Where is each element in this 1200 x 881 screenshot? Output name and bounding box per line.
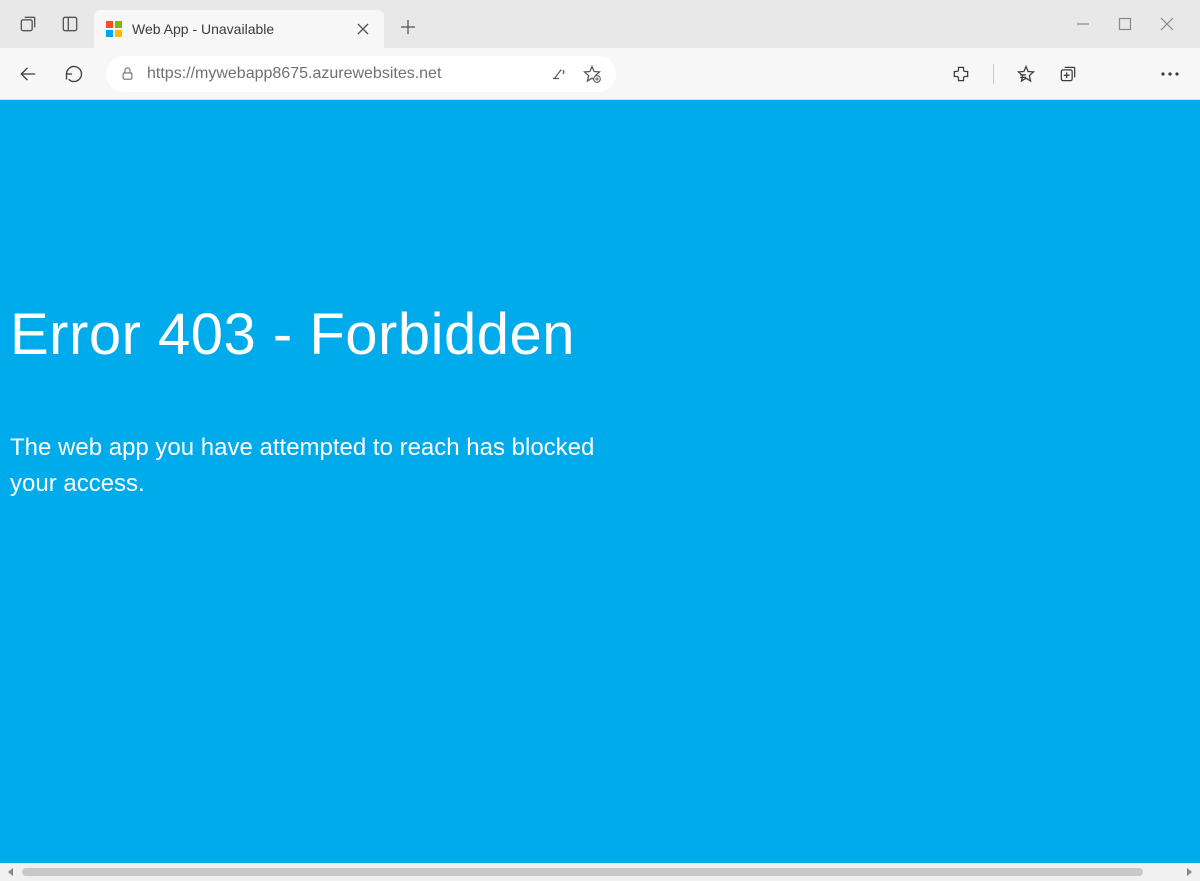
error-message: The web app you have attempted to reach … [10, 430, 630, 502]
tab-actions-icon[interactable] [18, 14, 38, 34]
favicon-windows-icon [106, 21, 122, 37]
favorites-icon[interactable] [1016, 64, 1036, 84]
close-window-icon[interactable] [1160, 17, 1174, 31]
vertical-tabs-icon[interactable] [60, 14, 80, 34]
browser-tab[interactable]: Web App - Unavailable [94, 10, 384, 48]
url-text[interactable]: https://mywebapp8675.azurewebsites.net [147, 65, 538, 83]
scroll-track[interactable] [22, 868, 1178, 876]
extensions-icon[interactable] [951, 64, 971, 84]
url-box[interactable]: https://mywebapp8675.azurewebsites.net [106, 56, 616, 92]
tab-title: Web App - Unavailable [132, 21, 344, 37]
address-bar: https://mywebapp8675.azurewebsites.net [0, 48, 1200, 100]
favorite-star-icon[interactable] [582, 64, 602, 84]
maximize-icon[interactable] [1118, 17, 1132, 31]
scroll-left-icon[interactable] [4, 865, 18, 879]
menu-icon[interactable] [1160, 71, 1180, 77]
scroll-thumb[interactable] [22, 868, 1143, 876]
scroll-right-icon[interactable] [1182, 865, 1196, 879]
refresh-button[interactable] [60, 60, 88, 88]
page-content: Error 403 - Forbidden The web app you ha… [0, 100, 1200, 863]
minimize-icon[interactable] [1076, 17, 1090, 31]
close-tab-icon[interactable] [354, 20, 372, 38]
error-title: Error 403 - Forbidden [10, 301, 1190, 368]
back-button[interactable] [14, 60, 42, 88]
new-tab-button[interactable] [390, 9, 426, 45]
divider [993, 64, 994, 84]
collections-icon[interactable] [1058, 64, 1078, 84]
lock-icon [120, 66, 135, 81]
horizontal-scrollbar[interactable] [0, 863, 1200, 881]
read-aloud-icon[interactable] [550, 65, 568, 83]
tab-bar: Web App - Unavailable [0, 0, 1200, 48]
